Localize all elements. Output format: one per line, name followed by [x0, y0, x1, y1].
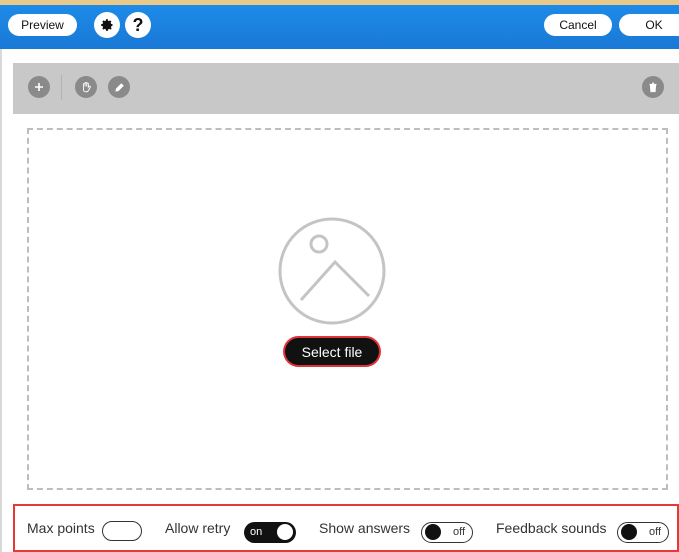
max-points-label: Max points [27, 520, 95, 536]
add-button[interactable] [28, 76, 50, 98]
preview-button[interactable]: Preview [8, 14, 77, 36]
gear-icon [101, 19, 113, 31]
feedback-sounds-state: off [648, 526, 661, 538]
pencil-icon [114, 82, 124, 92]
editor-toolbar [13, 63, 679, 114]
image-placeholder-icon [278, 217, 386, 325]
cancel-button[interactable]: Cancel [544, 14, 612, 36]
header-bar: Preview ? Cancel OK [0, 5, 679, 49]
show-answers-label: Show answers [319, 520, 411, 536]
ok-button[interactable]: OK [619, 14, 679, 36]
help-button[interactable]: ? [125, 12, 151, 38]
delete-button[interactable] [642, 76, 664, 98]
toggle-knob [277, 524, 293, 540]
toolbar-divider [61, 75, 62, 100]
allow-retry-toggle[interactable]: on [244, 522, 296, 543]
max-points-field[interactable] [102, 521, 142, 541]
allow-retry-state: on [250, 526, 263, 538]
left-border [0, 49, 2, 552]
toggle-knob [621, 524, 637, 540]
drag-mode-button[interactable] [75, 76, 97, 98]
show-answers-state: off [452, 526, 465, 538]
trash-icon [649, 82, 657, 92]
select-file-button[interactable]: Select file [285, 338, 379, 365]
plus-icon [35, 83, 43, 91]
toggle-knob [425, 524, 441, 540]
feedback-sounds-label: Feedback sounds [496, 520, 607, 536]
allow-retry-label: Allow retry [165, 520, 231, 536]
image-drop-zone[interactable] [27, 128, 668, 490]
settings-button[interactable] [94, 12, 120, 38]
feedback-sounds-toggle[interactable]: off [617, 522, 669, 543]
show-answers-toggle[interactable]: off [421, 522, 473, 543]
hand-icon [83, 82, 91, 93]
edit-button[interactable] [108, 76, 130, 98]
